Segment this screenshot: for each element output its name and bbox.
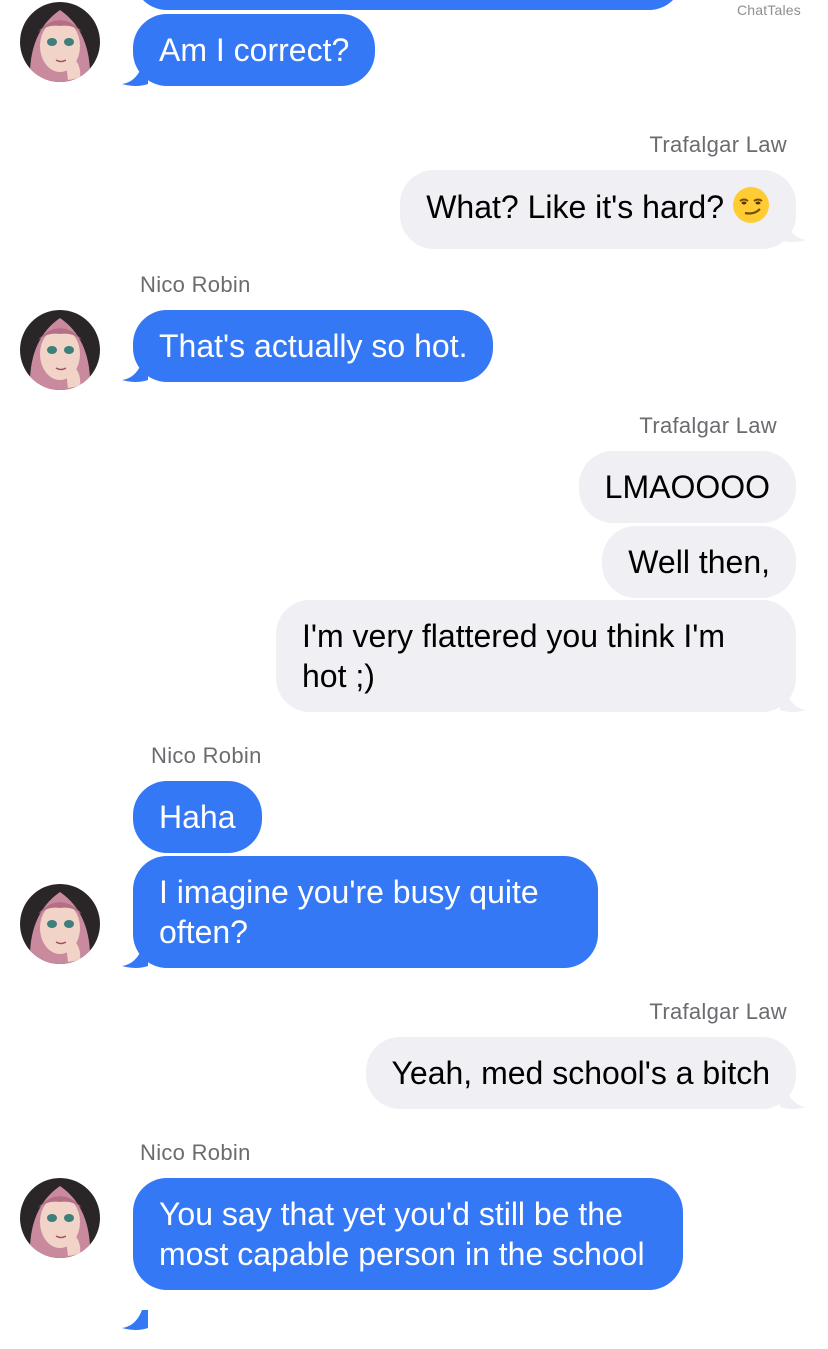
bubble-tail bbox=[122, 1310, 148, 1330]
avatar[interactable] bbox=[20, 310, 100, 390]
sender-name-me: Trafalgar Law bbox=[649, 132, 787, 157]
previous-message-bubble bbox=[133, 0, 683, 10]
message-bubble-outgoing[interactable]: I'm very flattered you think I'm hot ;) bbox=[276, 600, 796, 712]
message-bubble-incoming[interactable]: That's actually so hot. bbox=[133, 310, 494, 382]
avatar[interactable] bbox=[20, 1178, 100, 1258]
message-text: What? Like it's hard? bbox=[426, 189, 724, 225]
message-bubble-incoming[interactable]: You say that yet you'd still be the most… bbox=[133, 1178, 683, 1290]
avatar-portrait bbox=[20, 2, 100, 82]
message-text: You say that yet you'd still be the most… bbox=[159, 1196, 645, 1272]
avatar[interactable] bbox=[20, 884, 100, 964]
message-text: I imagine you're busy quite often? bbox=[159, 874, 539, 950]
message-text: Well then, bbox=[628, 544, 770, 580]
avatar-portrait bbox=[20, 310, 100, 390]
sender-name-me: Trafalgar Law bbox=[649, 999, 787, 1024]
bubble-tail bbox=[780, 1089, 806, 1109]
message-bubble-incoming[interactable]: I imagine you're busy quite often? bbox=[133, 856, 598, 968]
bubble-tail bbox=[122, 948, 148, 968]
sender-name-them: Nico Robin bbox=[140, 1140, 251, 1165]
message-text: Am I correct? bbox=[159, 32, 350, 68]
message-text: That's actually so hot. bbox=[159, 328, 468, 364]
bubble-tail bbox=[780, 222, 806, 242]
message-text: LMAOOOO bbox=[604, 469, 770, 505]
avatar[interactable] bbox=[20, 2, 100, 82]
message-text: I'm very flattered you think I'm hot ;) bbox=[302, 618, 726, 694]
message-bubble-outgoing[interactable]: Yeah, med school's a bitch bbox=[365, 1037, 796, 1109]
message-text: Yeah, med school's a bitch bbox=[391, 1055, 771, 1091]
message-bubble-outgoing[interactable]: What? Like it's hard? bbox=[400, 170, 796, 249]
chattales-watermark: ChatTales bbox=[736, 2, 801, 18]
sender-name-them: Nico Robin bbox=[140, 272, 251, 297]
bubble-tail bbox=[122, 66, 148, 86]
avatar-portrait bbox=[20, 884, 100, 964]
message-bubble-incoming[interactable]: Haha bbox=[133, 781, 262, 853]
message-bubble-outgoing[interactable]: LMAOOOO bbox=[578, 451, 796, 523]
bubble-tail bbox=[122, 362, 148, 382]
message-text: Haha bbox=[159, 799, 236, 835]
message-bubble-incoming[interactable]: Am I correct? bbox=[133, 14, 376, 86]
message-bubble-outgoing[interactable]: Well then, bbox=[602, 526, 796, 598]
sender-name-me: Trafalgar Law bbox=[639, 413, 777, 438]
sender-name-them: Nico Robin bbox=[151, 743, 262, 768]
bubble-tail bbox=[780, 692, 806, 712]
smirking-face-icon bbox=[732, 186, 770, 233]
avatar-portrait bbox=[20, 1178, 100, 1258]
